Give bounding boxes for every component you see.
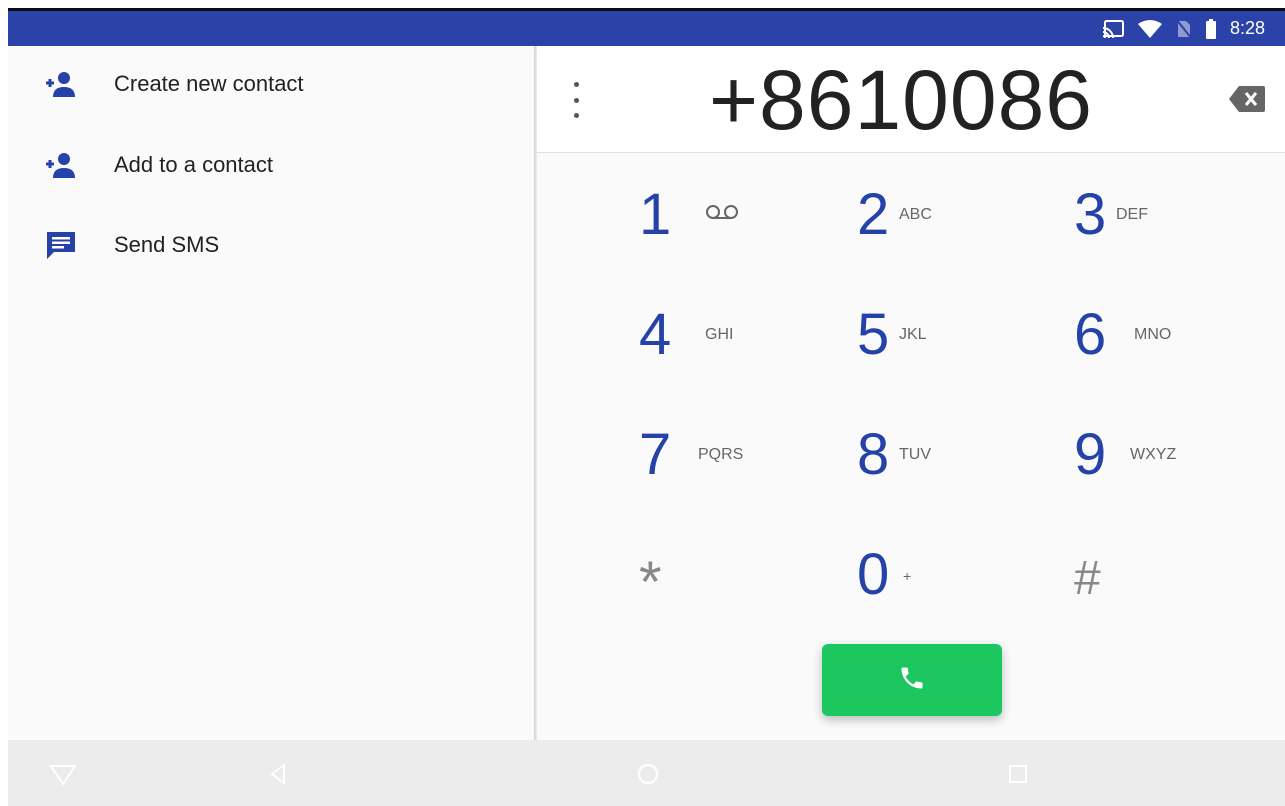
key-letters: ABC [899, 206, 932, 223]
menu-item-label: Create new contact [114, 71, 304, 96]
key-letters: WXYZ [1130, 446, 1177, 463]
key-digit: # [1074, 552, 1101, 605]
key-digit: 2 [857, 182, 890, 247]
back-icon[interactable] [266, 762, 296, 786]
key-4[interactable]: 4 GHI [609, 282, 819, 392]
key-letters: + [903, 568, 912, 584]
key-2[interactable]: 2 ABC [827, 162, 1037, 272]
navigation-bar [8, 740, 1285, 806]
key-digit: 9 [1074, 422, 1107, 487]
key-letters: PQRS [698, 446, 744, 463]
key-8[interactable]: 8 TUV [827, 402, 1037, 512]
status-bar: 8:28 [8, 8, 1285, 46]
key-5[interactable]: 5 JKL [827, 282, 1037, 392]
create-new-contact-item[interactable]: Create new contact [8, 54, 534, 114]
key-letters: GHI [705, 326, 734, 343]
options-panel: Create new contact Add to a contact Send… [8, 46, 534, 740]
key-digit: 3 [1074, 182, 1107, 247]
wifi-icon [1137, 19, 1162, 38]
dialer-panel: +8610086 1 2 ABC 3 DEF 4 GHI 5 JKL 6 MNO… [537, 46, 1285, 740]
menu-item-label: Add to a contact [114, 152, 273, 177]
key-3[interactable]: 3 DEF [1044, 162, 1254, 272]
key-1[interactable]: 1 [609, 162, 819, 272]
key-6[interactable]: 6 MNO [1044, 282, 1254, 392]
add-person-icon [44, 150, 78, 180]
key-star[interactable]: * [609, 522, 819, 632]
voicemail-icon [705, 204, 739, 225]
more-options-icon[interactable] [565, 82, 587, 118]
backspace-icon[interactable] [1229, 86, 1265, 112]
key-digit: 6 [1074, 302, 1107, 367]
clock: 8:28 [1229, 18, 1265, 38]
no-sim-icon [1175, 18, 1192, 39]
menu-item-label: Send SMS [114, 232, 220, 257]
number-bar: +8610086 [537, 46, 1285, 153]
key-letters: TUV [899, 446, 931, 463]
battery-icon [1205, 18, 1216, 39]
phone-number-display[interactable]: +8610086 [597, 54, 1205, 146]
key-9[interactable]: 9 WXYZ [1044, 402, 1254, 512]
key-digit: 4 [639, 302, 672, 367]
key-digit: 0 [857, 542, 890, 607]
key-digit: 5 [857, 302, 890, 367]
message-icon [44, 230, 78, 260]
key-letters: MNO [1134, 326, 1172, 343]
recents-icon[interactable] [1006, 762, 1036, 786]
phone-icon [898, 664, 926, 697]
key-digit: * [639, 550, 662, 615]
send-sms-item[interactable]: Send SMS [8, 215, 534, 275]
key-0[interactable]: 0 + [827, 522, 1037, 632]
call-button[interactable] [822, 644, 1002, 716]
key-digit: 7 [639, 422, 672, 487]
key-7[interactable]: 7 PQRS [609, 402, 819, 512]
key-letters: DEF [1116, 206, 1148, 223]
key-hash[interactable]: # [1044, 522, 1254, 632]
home-icon[interactable] [636, 762, 666, 786]
key-letters: JKL [899, 326, 927, 343]
key-digit: 1 [639, 182, 672, 247]
cast-icon [1102, 19, 1124, 38]
add-to-contact-item[interactable]: Add to a contact [8, 135, 534, 195]
add-person-icon [44, 69, 78, 99]
key-digit: 8 [857, 422, 890, 487]
hide-keyboard-icon[interactable] [48, 762, 78, 786]
